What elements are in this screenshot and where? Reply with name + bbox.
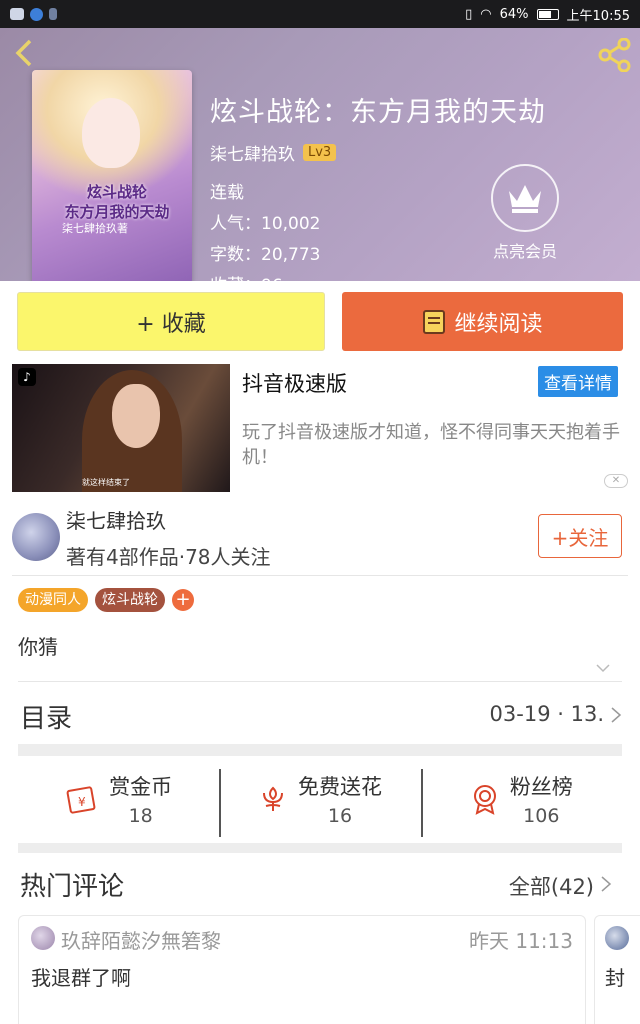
- comment-avatar[interactable]: [31, 926, 55, 950]
- book-icon: [423, 309, 446, 334]
- book-header: 炫斗战轮 东方月我的天劫 柒七肆拾玖著 炫斗战轮：东方月我的天劫 柒七肆拾玖 L…: [0, 28, 640, 281]
- comment-user[interactable]: 玖辞陌懿汐無箬黎: [61, 925, 221, 954]
- wifi-icon: ◠: [480, 6, 492, 22]
- battery-percent: 64%: [499, 6, 529, 22]
- ad-description: 玩了抖音极速版才知道，怪不得同事天天抱着手机！: [242, 422, 620, 468]
- chevron-right-icon: [601, 876, 612, 892]
- cloud-icon: [10, 8, 24, 20]
- stat-value: 18: [128, 805, 153, 827]
- expand-chevron-icon[interactable]: [596, 663, 610, 673]
- ad-title: 抖音极速版: [242, 372, 347, 396]
- stat-fans[interactable]: 粉丝榜 106: [420, 759, 622, 839]
- ad-close-icon[interactable]: ✕: [604, 474, 628, 488]
- ad-thumbnail[interactable]: ♪ 就这样结束了: [12, 364, 230, 492]
- cover-title-line1: 炫斗战轮: [86, 183, 147, 201]
- section-separator: [18, 843, 622, 853]
- table-of-contents-row[interactable]: 目录 03-19 · 13.: [18, 698, 622, 738]
- tag-list: 动漫同人 炫斗战轮 +: [18, 588, 194, 612]
- comment-card[interactable]: 封: [594, 915, 640, 1024]
- ad-thumb-caption: 就这样结束了: [82, 478, 130, 487]
- stat-coins[interactable]: ¥ 赏金币 18: [18, 759, 219, 839]
- share-icon[interactable]: [598, 38, 632, 72]
- word-count: 字数：20,773: [210, 245, 321, 265]
- stat-value: 106: [523, 805, 560, 827]
- clock: 上午10:55: [566, 8, 630, 24]
- continue-reading-label: 继续阅读: [454, 311, 543, 337]
- ad-details-button[interactable]: 查看详情: [538, 366, 618, 397]
- stat-label: 粉丝榜: [509, 775, 573, 799]
- comment-card[interactable]: 玖辞陌懿汐無箬黎 昨天 11:13 我退群了啊: [18, 915, 586, 1024]
- crown-icon: [491, 164, 559, 232]
- hot-comments-header[interactable]: 热门评论 全部(42): [18, 866, 622, 906]
- divider: [18, 681, 622, 682]
- author-card-info: 著有4部作品·78人关注: [66, 545, 271, 569]
- author-card[interactable]: 柒七肆拾玖 著有4部作品·78人关注 +关注: [0, 501, 640, 575]
- all-comments-link[interactable]: 全部(42): [509, 871, 594, 901]
- svg-text:¥: ¥: [78, 795, 86, 809]
- synopsis: 你猜: [18, 635, 58, 659]
- favorite-button[interactable]: + 收藏: [17, 292, 325, 351]
- popularity: 人气：10,002: [210, 214, 321, 234]
- back-arrow-icon[interactable]: [12, 38, 36, 68]
- tiktok-icon: ♪: [18, 368, 36, 386]
- stat-label: 赏金币: [109, 775, 173, 799]
- tag-item[interactable]: 炫斗战轮: [95, 588, 165, 612]
- author-name[interactable]: 柒七肆拾玖: [210, 140, 295, 165]
- coin-icon: ¥: [66, 786, 96, 814]
- status-bar: ▯ ◠ 64% 上午10:55: [0, 0, 640, 28]
- author-line: 柒七肆拾玖 Lv3: [210, 140, 337, 165]
- battery-icon: [536, 8, 559, 20]
- app-notification-icon: [30, 7, 43, 21]
- comment-time: 昨天 11:13: [469, 929, 573, 953]
- support-stats: ¥ 赏金币 18 免费送花 16 粉丝榜 106: [18, 759, 622, 839]
- serial-status: 连载: [210, 183, 244, 203]
- main-content: + 收藏 继续阅读 ♪ 就这样结束了 抖音极速版 查看详情 玩了抖音极速版才知道…: [0, 281, 640, 1024]
- book-title: 炫斗战轮：东方月我的天劫: [210, 97, 546, 128]
- vip-button[interactable]: 点亮会员: [487, 164, 563, 262]
- book-cover[interactable]: 炫斗战轮 东方月我的天劫 柒七肆拾玖著: [32, 70, 192, 281]
- cover-author: 柒七肆拾玖著: [62, 222, 128, 235]
- tag-item[interactable]: 动漫同人: [18, 588, 88, 612]
- cover-title: 炫斗战轮 东方月我的天劫: [42, 182, 192, 222]
- author-card-name: 柒七肆拾玖: [66, 509, 166, 533]
- collect-count: 收藏：96: [210, 271, 320, 281]
- comment-text: 我退群了啊: [31, 966, 131, 990]
- stat-flowers[interactable]: 免费送花 16: [219, 759, 420, 839]
- section-separator: [18, 744, 622, 756]
- book-meta: 连载 人气：10,002 字数：20,773 收藏：96: [210, 178, 320, 281]
- notification-icon: [49, 8, 57, 20]
- vip-label: 点亮会员: [492, 242, 557, 261]
- add-tag-button[interactable]: +: [172, 589, 194, 611]
- level-badge: Lv3: [303, 144, 337, 161]
- medal-icon: [473, 785, 496, 815]
- author-avatar[interactable]: [12, 513, 60, 561]
- continue-reading-button[interactable]: 继续阅读: [342, 292, 623, 351]
- divider: [12, 575, 628, 576]
- stat-value: 16: [327, 805, 353, 827]
- cover-character-face: [82, 98, 140, 168]
- flower-icon: [262, 786, 283, 811]
- chevron-right-icon: [611, 707, 622, 723]
- toc-label: 目录: [20, 704, 73, 734]
- action-buttons: + 收藏 继续阅读: [17, 292, 623, 352]
- stat-label: 免费送花: [297, 775, 382, 799]
- comment-text: 封: [605, 966, 625, 990]
- ad-image-face: [112, 384, 160, 448]
- cover-title-line2: 东方月我的天劫: [64, 203, 170, 221]
- hot-comments-label: 热门评论: [20, 872, 125, 902]
- follow-button[interactable]: +关注: [538, 514, 622, 558]
- vibrate-icon: ▯: [465, 6, 473, 22]
- toc-update-date: 03-19 · 13.: [489, 702, 604, 726]
- comment-avatar[interactable]: [605, 926, 629, 950]
- ad-banner[interactable]: ♪ 就这样结束了 抖音极速版 查看详情 玩了抖音极速版才知道，怪不得同事天天抱着…: [12, 364, 628, 492]
